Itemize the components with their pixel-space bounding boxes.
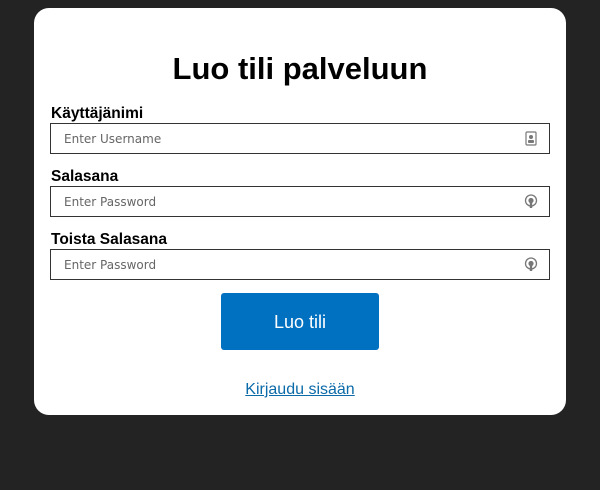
create-account-button[interactable]: Luo tili: [221, 293, 379, 350]
username-field[interactable]: [50, 123, 550, 154]
password-label: Salasana: [51, 168, 119, 185]
password-input[interactable]: [51, 187, 524, 216]
login-link[interactable]: Kirjaudu sisään: [245, 381, 354, 398]
lock-icon: [524, 194, 538, 208]
repeat-password-label: Toista Salasana: [51, 231, 168, 248]
password-field[interactable]: [50, 186, 550, 217]
login-link-container: Kirjaudu sisään: [34, 382, 566, 398]
username-input[interactable]: [51, 124, 524, 153]
repeat-password-input[interactable]: [51, 250, 524, 279]
lock-icon: [524, 257, 538, 271]
repeat-password-field[interactable]: [50, 249, 550, 280]
signup-card: Luo tili palveluun Käyttäjänimi Salasana…: [34, 8, 566, 415]
user-badge-icon: [525, 131, 537, 146]
username-label: Käyttäjänimi: [51, 105, 144, 122]
page-title: Luo tili palveluun: [172, 51, 428, 86]
